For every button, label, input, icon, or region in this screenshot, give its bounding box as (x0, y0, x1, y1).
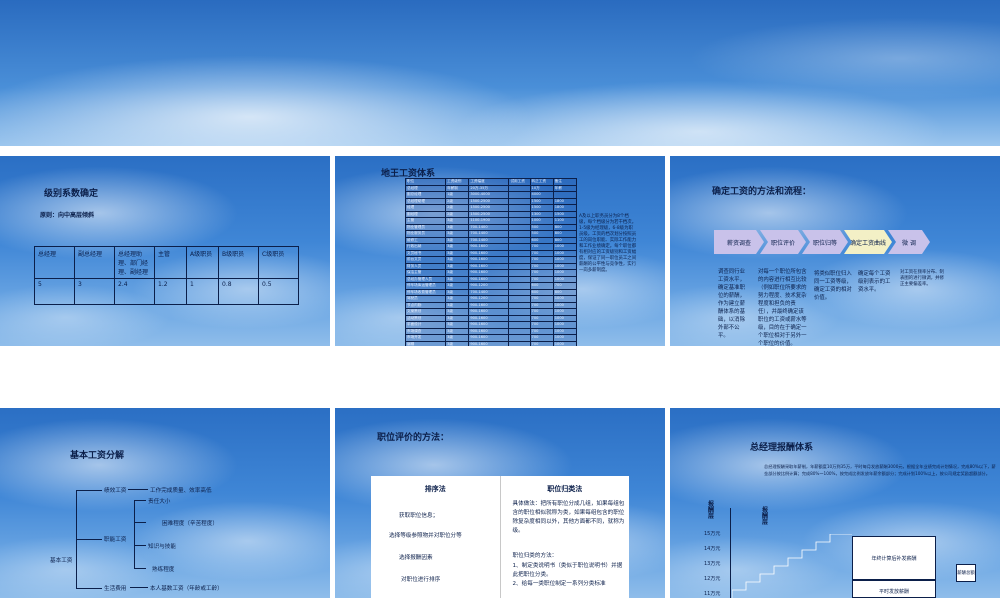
table-cell: 总经理助理、部门经理、副经理 (114, 246, 155, 279)
process-desc: 调查同行业工资水平，确定基准职位的薪酬，作为建立薪酬体系的基础，以消除外部不公平… (718, 269, 745, 339)
tree-root: 基本工资 (50, 558, 73, 564)
tree-connector (134, 522, 146, 523)
y-tick: 12万元 (704, 576, 721, 582)
table-cell: 1.2 (154, 278, 187, 305)
y-tick: 11万元 (704, 591, 721, 597)
table-cell (508, 340, 531, 346)
total-compensation-box: 薪酬总额 (956, 564, 976, 582)
slide-thumbnail-5[interactable]: 职位评价的方法： 排序法 获取职位信息； 选择等级参照物并对职位分等 选择报酬因… (335, 408, 665, 598)
slide-thumbnail-2[interactable]: 地王工资体系 职位 工资级别 工资幅度 试用工资 转正工资 备注 总经理 年薪制 20万-35万… (335, 156, 665, 346)
tree-leaf: 知识与技能 (148, 544, 176, 550)
tree-branch-function: 职能工资 (104, 537, 127, 543)
table-cell: 3级 (445, 340, 470, 346)
slide-thumbnail-3[interactable]: 确定工资的方法和流程： 薪资调查 职位评价 职位归等 确定工资曲线 微 调 调查… (670, 156, 1000, 346)
tree-connector (134, 545, 146, 546)
tree-connector (76, 588, 102, 589)
table-cell: 5 (34, 278, 75, 305)
table-cell: B级职员 (218, 246, 259, 279)
table-cell: 1 (186, 278, 219, 305)
classification-method-column: 职位归类法 具体做法：把所有职位分成几组，如果每组包含的职位相似就称为类，如果每… (501, 476, 630, 598)
y-tick: 13万元 (704, 561, 721, 567)
ranking-step: 对职位进行排序 (401, 577, 441, 583)
wage-system-table: 职位 工资级别 工资幅度 试用工资 转正工资 备注 总经理 年薪制 20万-35万 10万 年薪 副总… (404, 178, 578, 346)
tree-branch-performance: 绩效工资 (104, 488, 127, 494)
gm-paragraph: 总经理报酬采取年薪制，年薪额度10万到35万，平时每月发放薪酬3000元，根据全… (764, 464, 996, 476)
ranking-method-column: 排序法 获取职位信息； 选择等级参照物并对职位分等 选择报酬因素 对职位进行排序 (371, 476, 501, 598)
classification-step: 2、给每一类职位制定一系列分类标准 (512, 581, 606, 587)
tree-connector (128, 489, 148, 490)
process-step: 职位归等 (802, 230, 848, 254)
top-banner-slide[interactable] (0, 0, 1000, 146)
y-tick: 15万元 (704, 531, 721, 537)
table-cell: 2.4 (114, 278, 155, 305)
slide-thumbnail-4[interactable]: 基本工资分解 基本工资 绩效工资 工作完成质量、效率高低 职能工资 责任大小 困… (0, 408, 330, 598)
table-cell: 主管 (154, 246, 187, 279)
tree-connector (134, 500, 135, 568)
slide1-subtitle: 原则：向中高层倾斜 (40, 212, 95, 219)
method-comparison-box: 排序法 获取职位信息； 选择等级参照物并对职位分等 选择报酬因素 对职位进行排序… (371, 476, 629, 598)
year-end-bonus-box: 年终计算后补发薪酬 (852, 536, 936, 580)
process-flow: 薪资调查 职位评价 职位归等 确定工资曲线 微 调 (714, 230, 926, 254)
tree-connector (76, 539, 102, 540)
table-cell: 1000 (552, 340, 578, 346)
slide3-title: 确定工资的方法和流程： (712, 187, 812, 197)
table-cell: 900-1600 (468, 340, 510, 346)
ranking-method-header: 排序法 (424, 485, 446, 493)
process-desc: 对工资在频率分布、制表图的进行微调，并修正主要偏差率。 (900, 270, 944, 287)
table-row: 5 3 2.4 1.2 1 0.8 0.5 (34, 278, 299, 305)
tree-leaf: 责任大小 (148, 499, 171, 505)
process-step: 职位评价 (760, 230, 806, 254)
process-step: 确定工资曲线 (844, 230, 892, 254)
y-tick: 14万元 (704, 546, 721, 552)
tree-leaf: 熟练程度 (152, 567, 175, 573)
table-row: 编辑 3级 900-1600 700 1000 (404, 340, 578, 346)
table-cell: 0.5 (258, 278, 299, 305)
ranking-step: 获取职位信息； (399, 513, 439, 519)
tree-leaf: 困难程度（辛苦程度） (162, 521, 218, 527)
slide1-title: 级别系数确定 (44, 189, 99, 199)
process-step: 微 调 (888, 230, 930, 254)
tree-connector (134, 568, 146, 569)
y-axis-label-secondary: 报酬层 (762, 507, 769, 526)
slide6-title: 总经理报酬体系 (750, 443, 814, 453)
table-cell: 3 (74, 278, 115, 305)
process-step: 薪资调查 (714, 230, 764, 254)
classification-step: 1、制定类说明书（类似于职位说明书）并据此把职位分类。 (512, 563, 623, 578)
table-cell: 0.8 (218, 278, 259, 305)
tree-connector (130, 587, 148, 588)
slide-thumbnail-6[interactable]: 总经理报酬体系 总经理报酬采取年薪制，年薪额度10万到35万，平时每月发放薪酬3… (670, 408, 1000, 598)
y-axis-label: 报酬层 (708, 501, 715, 520)
tree-connector (76, 490, 102, 491)
wage-note: A及以上职务员分为8个档级，每个档级分为若干档次。1-5级为经理级，6-8级为职… (579, 214, 637, 273)
slide-thumbnail-1[interactable]: 级别系数确定 原则：向中高层倾斜 总经理 副总经理 总经理助理、部门经理、副经理… (0, 156, 330, 346)
table-cell: 编辑 (404, 340, 447, 346)
tree-branch-living: 生活费用 (104, 586, 127, 592)
salary-staircase (732, 534, 852, 598)
process-desc: 对每一个职位所包含的内容进行相互比较（例如职位所要求的努力程度、技术复杂程度和担… (758, 269, 807, 346)
classification-sub-title: 职位归类的方法： (512, 553, 558, 559)
tree-branch-desc: 工作完成质量、效率高低 (150, 488, 212, 494)
tree-branch-desc: 本人基数工资（年龄或工龄） (150, 586, 223, 592)
grade-coefficient-table: 总经理 副总经理 总经理助理、部门经理、副经理 主管 A级职员 B级职员 C级职… (34, 246, 299, 305)
slide4-title: 基本工资分解 (70, 451, 125, 461)
process-desc: 确定每个工资级别表示的工资水平。 (858, 271, 891, 293)
table-cell: 副总经理 (74, 246, 115, 279)
slide5-title: 职位评价的方法： (377, 433, 450, 443)
process-desc: 将类似职位归入同一工资等级，确定工资的相对价值。 (814, 271, 852, 301)
classification-method-header: 职位归类法 (547, 485, 583, 493)
table-cell: 总经理 (34, 246, 75, 279)
regular-salary-box: 平时发放薪酬 (852, 580, 936, 598)
ranking-step: 选择报酬因素 (399, 555, 433, 561)
tree-connector (134, 500, 146, 501)
table-cell: 700 (529, 340, 554, 346)
table-row: 总经理 副总经理 总经理助理、部门经理、副经理 主管 A级职员 B级职员 C级职… (34, 246, 299, 279)
table-cell: C级职员 (258, 246, 299, 279)
table-cell: A级职员 (186, 246, 219, 279)
ranking-step: 选择等级参照物并对职位分等 (389, 533, 462, 539)
y-axis-line (730, 508, 731, 598)
classification-text: 具体做法：把所有职位分成几组，如果每组包含的职位相似就称为类，如果每组包含的职位… (512, 501, 625, 534)
